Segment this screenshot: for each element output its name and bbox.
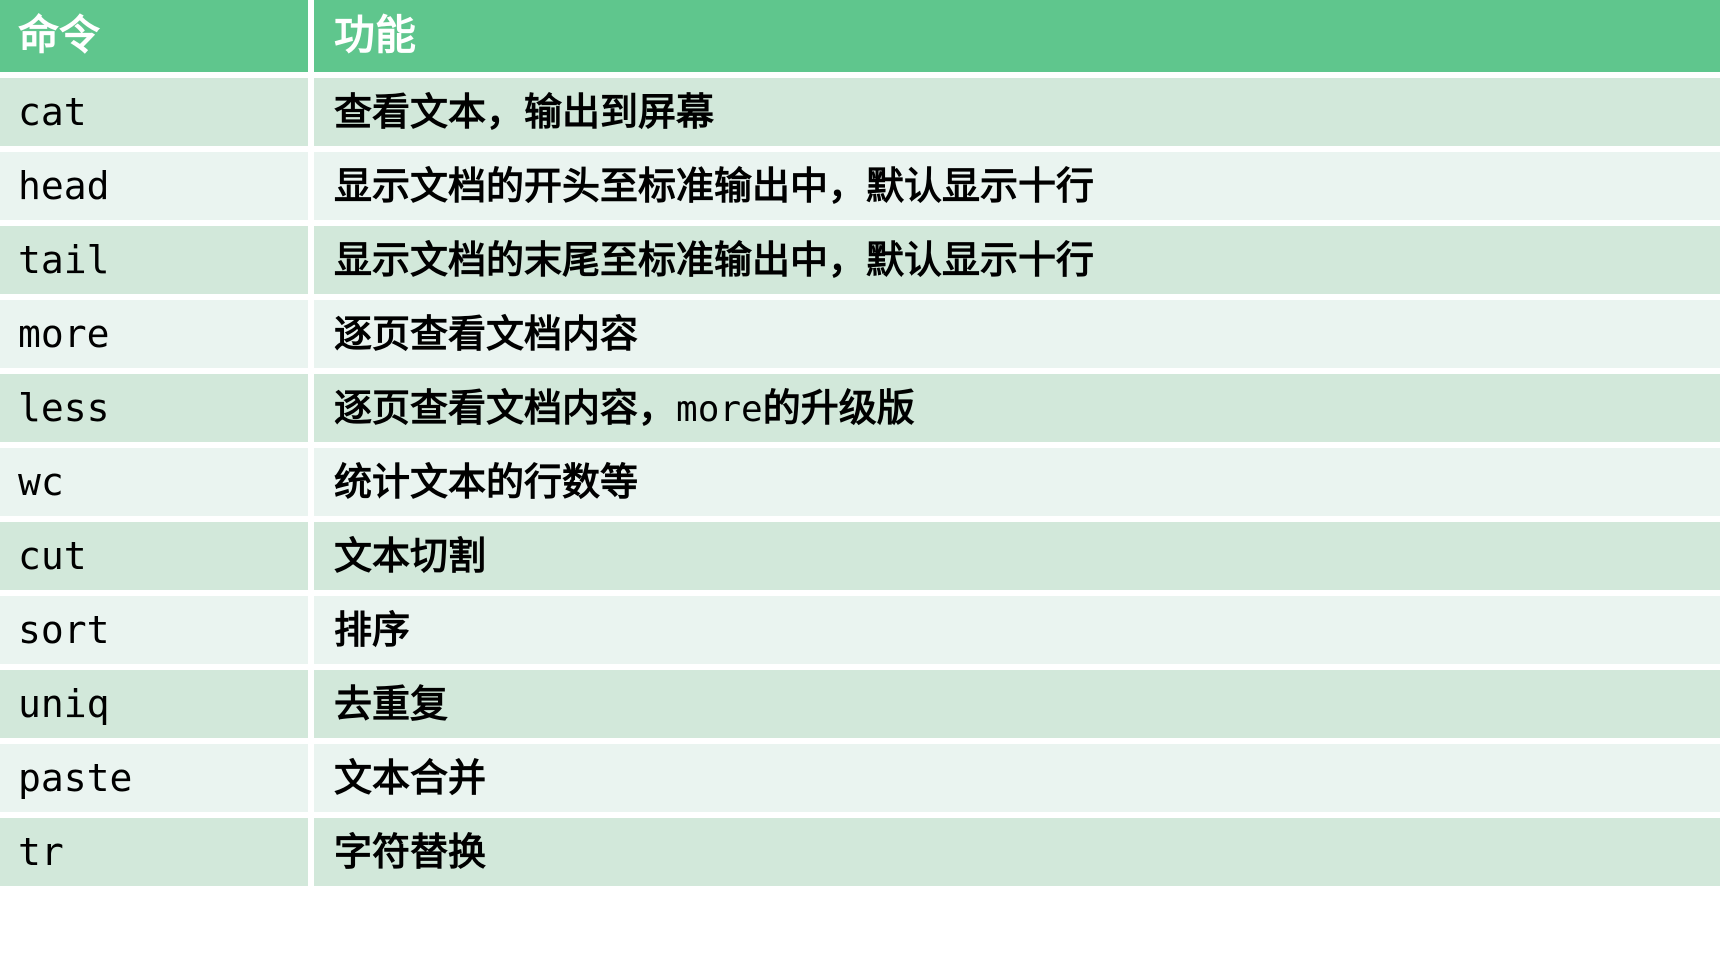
cell-function: 显示文档的末尾至标准输出中，默认显示十行: [314, 220, 1720, 294]
cell-command: tr: [0, 812, 314, 886]
cell-command: paste: [0, 738, 314, 812]
function-text-mono: more: [676, 388, 763, 430]
table-body: cat 查看文本，输出到屏幕 head 显示文档的开头至标准输出中，默认显示十行…: [0, 72, 1720, 886]
cell-command: less: [0, 368, 314, 442]
table-row: more 逐页查看文档内容: [0, 294, 1720, 368]
cell-function: 统计文本的行数等: [314, 442, 1720, 516]
table-row: cut 文本切割: [0, 516, 1720, 590]
table-header: 命令 功能: [0, 0, 1720, 72]
cell-function: 查看文本，输出到屏幕: [314, 72, 1720, 146]
function-text-suffix: 的升级版: [762, 385, 915, 430]
table-row: tail 显示文档的末尾至标准输出中，默认显示十行: [0, 220, 1720, 294]
cell-function: 逐页查看文档内容: [314, 294, 1720, 368]
table-row: less 逐页查看文档内容，more的升级版: [0, 368, 1720, 442]
cell-command: tail: [0, 220, 314, 294]
cell-function: 排序: [314, 590, 1720, 664]
cell-function: 文本切割: [314, 516, 1720, 590]
command-reference-table: 命令 功能 cat 查看文本，输出到屏幕 head 显示文档的开头至标准输出中，…: [0, 0, 1720, 886]
cell-function: 字符替换: [314, 812, 1720, 886]
function-text-prefix: 逐页查看文档内容，: [334, 385, 677, 430]
table-row: sort 排序: [0, 590, 1720, 664]
table-row: cat 查看文本，输出到屏幕: [0, 72, 1720, 146]
cell-function: 文本合并: [314, 738, 1720, 812]
cell-command: sort: [0, 590, 314, 664]
cell-command: cat: [0, 72, 314, 146]
cell-function: 显示文档的开头至标准输出中，默认显示十行: [314, 146, 1720, 220]
cell-function: 逐页查看文档内容，more的升级版: [314, 368, 1720, 442]
cell-command: uniq: [0, 664, 314, 738]
table-row: wc 统计文本的行数等: [0, 442, 1720, 516]
cell-command: wc: [0, 442, 314, 516]
table-row: tr 字符替换: [0, 812, 1720, 886]
column-header-function: 功能: [314, 0, 1720, 72]
header-row: 命令 功能: [0, 0, 1720, 72]
table-row: paste 文本合并: [0, 738, 1720, 812]
cell-command: more: [0, 294, 314, 368]
cell-command: cut: [0, 516, 314, 590]
table-row: uniq 去重复: [0, 664, 1720, 738]
column-header-command: 命令: [0, 0, 314, 72]
cell-command: head: [0, 146, 314, 220]
table-row: head 显示文档的开头至标准输出中，默认显示十行: [0, 146, 1720, 220]
cell-function: 去重复: [314, 664, 1720, 738]
